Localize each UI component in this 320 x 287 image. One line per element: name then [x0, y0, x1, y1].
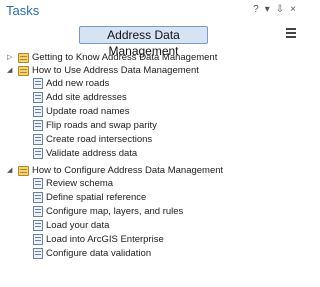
- task-label: Define spatial reference: [46, 192, 147, 203]
- task-label: Load into ArcGIS Enterprise: [46, 234, 164, 245]
- task-label: Add site addresses: [46, 92, 127, 103]
- task-define-spatial-reference[interactable]: Define spatial reference: [0, 191, 300, 205]
- options-dropdown-icon[interactable]: ▾: [265, 4, 270, 16]
- task-group-how-to-use[interactable]: ◢ How to Use Address Data Management: [0, 64, 300, 77]
- task-validate-address-data[interactable]: Validate address data: [0, 147, 300, 161]
- task-icon: [33, 106, 43, 117]
- task-group-label: Getting to Know Address Data Management: [32, 52, 218, 63]
- task-label: Create road intersections: [46, 134, 153, 145]
- task-label: Update road names: [46, 106, 130, 117]
- task-load-into-arcgis-enterprise[interactable]: Load into ArcGIS Enterprise: [0, 233, 300, 247]
- task-review-schema[interactable]: Review schema: [0, 177, 300, 191]
- expanded-arrow-icon[interactable]: ◢: [7, 64, 15, 78]
- task-group-icon: [18, 66, 29, 76]
- help-icon[interactable]: ?: [253, 4, 259, 16]
- task-update-road-names[interactable]: Update road names: [0, 105, 300, 119]
- task-add-new-roads[interactable]: Add new roads: [0, 77, 300, 91]
- task-group-label: How to Configure Address Data Management: [32, 165, 224, 176]
- task-icon: [33, 234, 43, 245]
- expanded-arrow-icon[interactable]: ◢: [7, 164, 15, 178]
- task-create-road-intersections[interactable]: Create road intersections: [0, 133, 300, 147]
- auto-hide-pin-icon[interactable]: ⇩: [276, 4, 284, 16]
- task-tree: ▷ Getting to Know Address Data Managemen…: [0, 51, 300, 261]
- task-label: Configure data validation: [46, 248, 152, 259]
- task-icon: [33, 220, 43, 231]
- collapsed-arrow-icon[interactable]: ▷: [7, 51, 15, 65]
- task-group-how-to-configure[interactable]: ◢ How to Configure Address Data Manageme…: [0, 164, 300, 177]
- task-group-icon: [18, 166, 29, 176]
- close-icon[interactable]: ×: [290, 4, 296, 16]
- task-icon: [33, 148, 43, 159]
- task-flip-roads[interactable]: Flip roads and swap parity: [0, 119, 300, 133]
- task-icon: [33, 134, 43, 145]
- task-label: Review schema: [46, 178, 114, 189]
- task-configure-map-layers-rules[interactable]: Configure map, layers, and rules: [0, 205, 300, 219]
- task-add-site-addresses[interactable]: Add site addresses: [0, 91, 300, 105]
- task-icon: [33, 178, 43, 189]
- task-icon: [33, 92, 43, 103]
- task-group-label: How to Use Address Data Management: [32, 65, 199, 76]
- task-icon: [33, 120, 43, 131]
- task-label: Flip roads and swap parity: [46, 120, 157, 131]
- task-label: Configure map, layers, and rules: [46, 206, 184, 217]
- task-icon: [33, 248, 43, 259]
- task-icon: [33, 78, 43, 89]
- task-icon: [33, 206, 43, 217]
- task-label: Add new roads: [46, 78, 110, 89]
- task-icon: [33, 192, 43, 203]
- tasks-pane-titlebar: Tasks ? ▾ ⇩ ×: [0, 0, 300, 22]
- task-group-getting-to-know[interactable]: ▷ Getting to Know Address Data Managemen…: [0, 51, 300, 64]
- task-label: Validate address data: [46, 148, 138, 159]
- task-group-icon: [18, 53, 29, 63]
- task-label: Load your data: [46, 220, 110, 231]
- pane-controls: ? ▾ ⇩ ×: [253, 4, 296, 16]
- task-load-your-data[interactable]: Load your data: [0, 219, 300, 233]
- menu-icon[interactable]: [286, 28, 296, 38]
- pane-title: Tasks: [6, 3, 40, 18]
- task-item-name[interactable]: Address Data Management: [79, 26, 208, 58]
- task-configure-data-validation[interactable]: Configure data validation: [0, 247, 300, 261]
